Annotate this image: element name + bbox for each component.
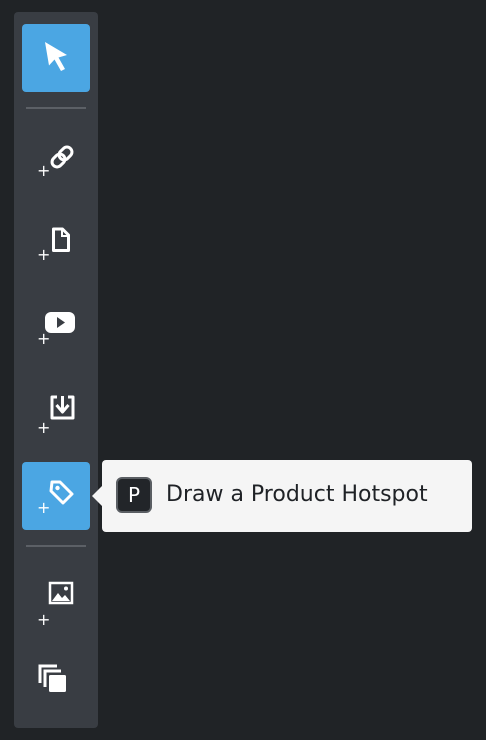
tool-sidebar: + + + + + + — [14, 12, 98, 728]
plus-icon: + — [37, 418, 51, 437]
tooltip: P Draw a Product Hotspot — [102, 460, 472, 532]
plus-icon: + — [37, 245, 51, 264]
duplicate-layers-icon — [38, 664, 66, 692]
keyboard-shortcut-badge: P — [116, 477, 152, 513]
add-link-button[interactable]: + — [22, 120, 90, 188]
layers-button[interactable] — [22, 654, 90, 722]
tooltip-text: Draw a Product Hotspot — [166, 482, 428, 507]
tooltip-arrow — [92, 486, 102, 506]
plus-icon: + — [37, 610, 51, 629]
plus-icon: + — [37, 329, 51, 348]
youtube-icon — [45, 312, 75, 333]
add-download-button[interactable]: + — [22, 378, 90, 446]
download-icon — [50, 395, 75, 420]
add-product-hotspot-button[interactable]: + — [22, 462, 90, 530]
image-icon — [48, 581, 74, 605]
plus-icon: + — [37, 498, 51, 517]
select-tool-button[interactable] — [22, 24, 90, 92]
add-document-button[interactable]: + — [22, 206, 90, 274]
link-icon — [50, 145, 74, 169]
add-image-button[interactable]: + — [22, 570, 90, 638]
tag-icon — [49, 480, 74, 505]
toolbar-divider — [26, 107, 86, 109]
pointer-icon — [45, 42, 67, 71]
document-icon — [52, 227, 70, 252]
toolbar-divider — [26, 545, 86, 547]
plus-icon: + — [37, 161, 51, 180]
add-video-button[interactable]: + — [22, 292, 90, 360]
